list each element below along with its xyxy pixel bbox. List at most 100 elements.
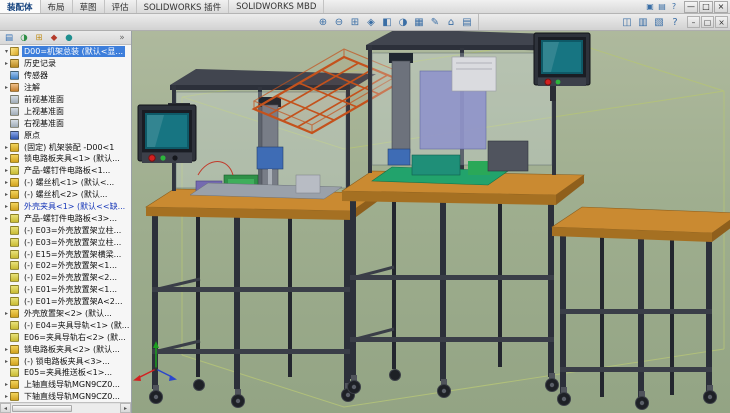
displaymanager-tab[interactable]: ● [63, 33, 75, 43]
expand-arrow-icon[interactable]: ▸ [3, 144, 10, 151]
zoom-to-fit-icon[interactable]: ⊞ [348, 15, 362, 29]
panel-expand-icon[interactable]: » [116, 33, 128, 43]
expand-arrow-icon[interactable]: ▸ [3, 203, 10, 210]
scroll-right-button[interactable]: ▸ [120, 403, 131, 413]
tree-item[interactable]: ▸ (固定) 机架装配 -D00<1 [0, 141, 131, 153]
command-tab[interactable]: 布局 [41, 0, 73, 13]
tree-item[interactable]: E06=夹具导轨右<2> (默... [0, 331, 131, 343]
view-orientation-icon[interactable]: ◈ [364, 15, 378, 29]
expand-arrow-icon[interactable]: ▸ [3, 84, 10, 91]
tree-item-label: E05=夹具推送板<1>... [22, 367, 114, 378]
tree-item[interactable]: (-) E04=夹具导轨<1> (默... [0, 319, 131, 331]
apply-scene-icon[interactable]: ⌂ [444, 15, 458, 29]
expand-arrow-icon[interactable]: ▸ [3, 215, 10, 222]
feature-tree: ▾ D00=机架总装 (默认<显... ▸ 历史记录 传感器 [0, 45, 131, 402]
expand-arrow-icon[interactable]: ▸ [3, 179, 10, 186]
tree-item[interactable]: ▸ 外壳放置架<2> (默认... [0, 308, 131, 320]
doc-minimize-button[interactable]: – [687, 16, 700, 28]
tree-item[interactable]: 右视基准面 [0, 117, 131, 129]
tree-item[interactable]: 原点 [0, 129, 131, 141]
tree-item[interactable]: ▸ 下轴直线导轨MGN9CZ0... [0, 391, 131, 402]
tree-item[interactable]: ▸ 上轴直线导轨MGN9CZ0... [0, 379, 131, 391]
tile-windows-icon[interactable]: ▥ [636, 15, 650, 29]
tree-item[interactable]: ▸ 产品-螺钉件电路板<3>... [0, 212, 131, 224]
expand-arrow-icon[interactable]: ▸ [3, 381, 10, 388]
doc-restore-button[interactable]: □ [701, 16, 714, 28]
tree-item[interactable]: (-) E02=外壳放置架<1... [0, 260, 131, 272]
edit-appearance-icon[interactable]: ✎ [428, 15, 442, 29]
tree-item[interactable]: (-) E03=外壳放置架立柱... [0, 236, 131, 248]
tree-item-icon [10, 95, 19, 104]
tree-item[interactable]: 上视基准面 [0, 105, 131, 117]
scroll-thumb[interactable] [12, 405, 72, 412]
scroll-track[interactable] [11, 404, 120, 413]
doc-close-button[interactable]: × [715, 16, 728, 28]
command-tab[interactable]: SOLIDWORKS 插件 [137, 0, 230, 13]
featuremanager-tree-tab[interactable]: ▤ [3, 33, 15, 43]
expand-arrow-icon[interactable]: ▸ [3, 358, 10, 365]
zoom-in-icon[interactable]: ⊕ [316, 15, 330, 29]
propertymanager-tab[interactable]: ◑ [18, 33, 30, 43]
main-content: ▤◑⊞◆● » ▾ D00=机架总装 (默认<显... ▸ 历史记录 [0, 31, 730, 413]
toolbar-right: ◫▥▧? –□× [616, 15, 730, 29]
quick-help-icon[interactable]: ? [668, 15, 682, 29]
scroll-left-button[interactable]: ◂ [0, 403, 11, 413]
expand-arrow-icon[interactable]: ▸ [3, 346, 10, 353]
close-button[interactable]: × [714, 1, 728, 13]
file-menu-icon[interactable]: ▤ [657, 2, 667, 11]
tree-item[interactable]: (-) E02=外壳放置架<2... [0, 272, 131, 284]
tree-item[interactable]: ▸ 外壳夹具<1> (默认<<缺... [0, 201, 131, 213]
tree-item[interactable]: ▸ (-) 螺丝机<2> (默认... [0, 189, 131, 201]
expand-arrow-icon[interactable]: ▸ [3, 155, 10, 162]
tree-item-label: 锁电路板夹具<1> (默认... [22, 153, 122, 164]
command-tab[interactable]: SOLIDWORKS MBD [229, 0, 324, 13]
expand-arrow-icon[interactable]: ▾ [3, 48, 10, 55]
tree-item-label: 下轴直线导轨MGN9CZ0... [22, 391, 122, 402]
command-tab[interactable]: 装配体 [0, 0, 41, 13]
task-pane-icon[interactable]: ▧ [652, 15, 666, 29]
tree-item[interactable]: ▸ (-) 锁电路板夹具<3>... [0, 355, 131, 367]
command-tab[interactable]: 草图 [73, 0, 105, 13]
tree-item[interactable]: ▸ (-) 螺丝机<1> (默认<... [0, 177, 131, 189]
graphics-viewport[interactable] [132, 31, 730, 413]
configurationmanager-tab[interactable]: ⊞ [33, 33, 45, 43]
tree-item[interactable]: 前视基准面 [0, 94, 131, 106]
tree-item[interactable]: (-) E01=外壳放置架<1... [0, 284, 131, 296]
restore-button[interactable]: □ [699, 1, 713, 13]
view-settings-icon[interactable]: ▤ [460, 15, 474, 29]
expand-arrow-icon[interactable]: ▸ [3, 393, 10, 400]
minimize-button[interactable]: — [684, 1, 698, 13]
tree-item[interactable]: (-) E03=外壳放置架立柱... [0, 224, 131, 236]
tree-item-icon [10, 119, 19, 128]
tree-item[interactable]: ▾ D00=机架总装 (默认<显... [0, 46, 131, 58]
tree-item-icon [10, 166, 19, 175]
expand-arrow-icon[interactable]: ▸ [3, 191, 10, 198]
tree-item-label: (-) E01=外壳放置架A<2... [22, 296, 125, 307]
display-style-icon[interactable]: ◑ [396, 15, 410, 29]
tree-item[interactable]: ▸ 锁电路板夹具<1> (默认... [0, 153, 131, 165]
tree-item[interactable]: ▸ 注解 [0, 82, 131, 94]
section-view-icon[interactable]: ◧ [380, 15, 394, 29]
expand-arrow-icon[interactable]: ▸ [3, 60, 10, 67]
new-window-icon[interactable]: ◫ [620, 15, 634, 29]
tree-item-icon [10, 143, 19, 152]
tree-item[interactable]: (-) E15=外壳放置架横梁... [0, 248, 131, 260]
tree-item-label: (-) 锁电路板夹具<3>... [22, 356, 112, 367]
tree-item[interactable]: ▸ 产品-螺钉件电路板<1... [0, 165, 131, 177]
help-icon[interactable]: ? [669, 2, 679, 11]
tree-item[interactable]: 传感器 [0, 70, 131, 82]
expand-arrow-icon[interactable]: ▸ [3, 310, 10, 317]
options-icon[interactable]: ▣ [645, 2, 655, 11]
tree-item-icon [10, 380, 19, 389]
tree-item-icon [10, 47, 19, 56]
command-tab[interactable]: 评估 [105, 0, 137, 13]
tree-item[interactable]: ▸ 锁电路板夹具<2> (默认... [0, 343, 131, 355]
zoom-out-icon[interactable]: ⊖ [332, 15, 346, 29]
tree-item[interactable]: (-) E01=外壳放置架A<2... [0, 296, 131, 308]
expand-arrow-icon[interactable]: ▸ [3, 167, 10, 174]
tree-item[interactable]: E05=夹具推送板<1>... [0, 367, 131, 379]
tree-horizontal-scrollbar[interactable]: ◂ ▸ [0, 402, 131, 413]
dimxpert-tab[interactable]: ◆ [48, 33, 60, 43]
tree-item[interactable]: ▸ 历史记录 [0, 58, 131, 70]
hide-show-items-icon[interactable]: ▦ [412, 15, 426, 29]
